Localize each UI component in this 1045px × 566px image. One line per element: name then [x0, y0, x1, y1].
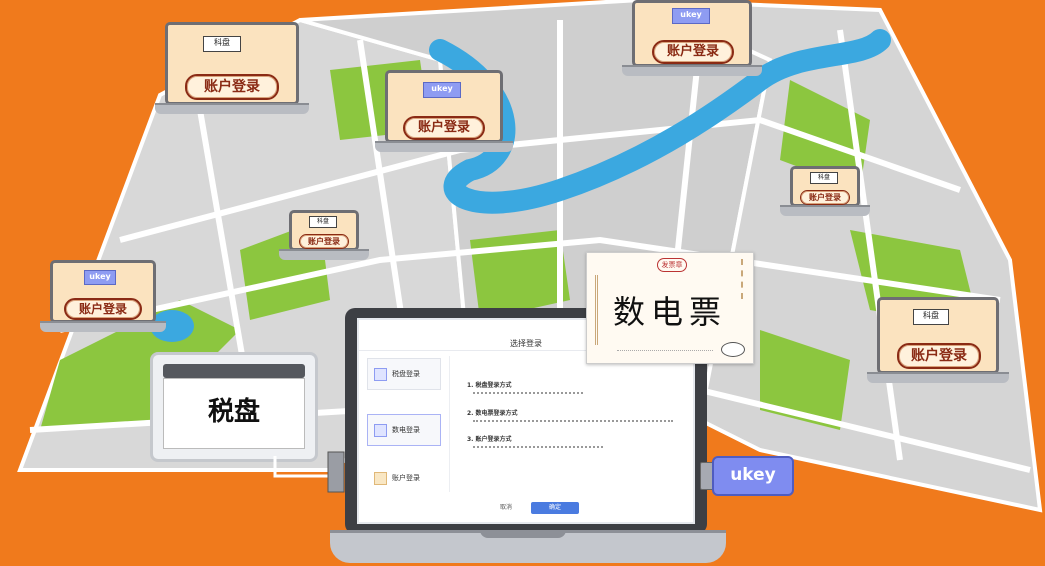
device-tag: 科盘 [810, 172, 838, 184]
tax-disk-label: 税盘 [207, 397, 260, 427]
option-line: 1. 税盘登录方式 [467, 382, 512, 389]
laptop-login-4: ukey 账户登录 [40, 260, 166, 332]
option-line: 2. 数电票登录方式 [467, 410, 518, 417]
ukey-device: ukey [712, 456, 794, 496]
laptop-login-3: ukey 账户登录 [622, 0, 762, 76]
login-badge: 账户登录 [800, 190, 850, 205]
main-laptop-notch [480, 530, 566, 538]
laptop-login-5: 科盘 账户登录 [279, 210, 369, 260]
device-tag: 科盘 [309, 216, 337, 228]
sidebar-item-digital[interactable]: 数电登录 [367, 414, 441, 446]
sidebar-item-account[interactable]: 账户登录 [367, 462, 441, 494]
laptop-base [375, 141, 513, 152]
sidebar-item-taxdisk[interactable]: 税盘登录 [367, 358, 441, 390]
laptop-login-7: 科盘 账户登录 [867, 297, 1009, 383]
laptop-login-6: 科盘 账户登录 [780, 166, 870, 216]
laptop-base [155, 103, 309, 114]
option-detail [473, 420, 673, 422]
sidebar-item-label: 账户登录 [392, 474, 420, 482]
invoice-stamp-oval [721, 342, 745, 357]
sidebar-divider [449, 356, 450, 492]
cancel-button[interactable]: 取消 [493, 502, 519, 514]
invoice-seal: 发票章 [657, 258, 687, 272]
laptop-base [780, 205, 870, 216]
device-tag: ukey [423, 82, 461, 98]
taxdisk-icon [374, 368, 387, 381]
option-line: 3. 账户登录方式 [467, 436, 512, 443]
option-detail [473, 446, 603, 448]
account-icon [374, 472, 387, 485]
sidebar-item-label: 数电登录 [392, 426, 420, 434]
laptop-login-2: ukey 账户登录 [375, 70, 513, 152]
device-tag: ukey [84, 270, 116, 285]
digital-invoice-icon [374, 424, 387, 437]
laptop-base [622, 65, 762, 76]
digital-invoice-card: 发票章 数电票 [586, 252, 754, 364]
login-badge: 账户登录 [299, 234, 349, 249]
invoice-footer-line [617, 350, 713, 351]
confirm-button[interactable]: 确定 [531, 502, 579, 514]
device-tag: ukey [672, 8, 710, 24]
laptop-base [279, 249, 369, 260]
login-badge: 账户登录 [64, 298, 142, 320]
login-badge: 账户登录 [403, 116, 485, 140]
tax-disk-device: 税盘 [150, 352, 318, 462]
login-badge: 账户登录 [652, 40, 734, 64]
tax-disk-slot [163, 364, 305, 378]
login-badge: 账户登录 [185, 74, 279, 100]
device-tag: 科盘 [203, 36, 241, 52]
sidebar-item-label: 税盘登录 [392, 370, 420, 378]
laptop-login-1: 科盘 账户登录 [155, 22, 309, 114]
invoice-title: 数电票 [612, 293, 727, 331]
tax-disk-panel: 税盘 [163, 378, 305, 449]
login-badge: 账户登录 [897, 343, 981, 369]
laptop-base [40, 321, 166, 332]
device-tag: 科盘 [913, 309, 949, 325]
option-detail [473, 392, 583, 394]
laptop-base [867, 372, 1009, 383]
